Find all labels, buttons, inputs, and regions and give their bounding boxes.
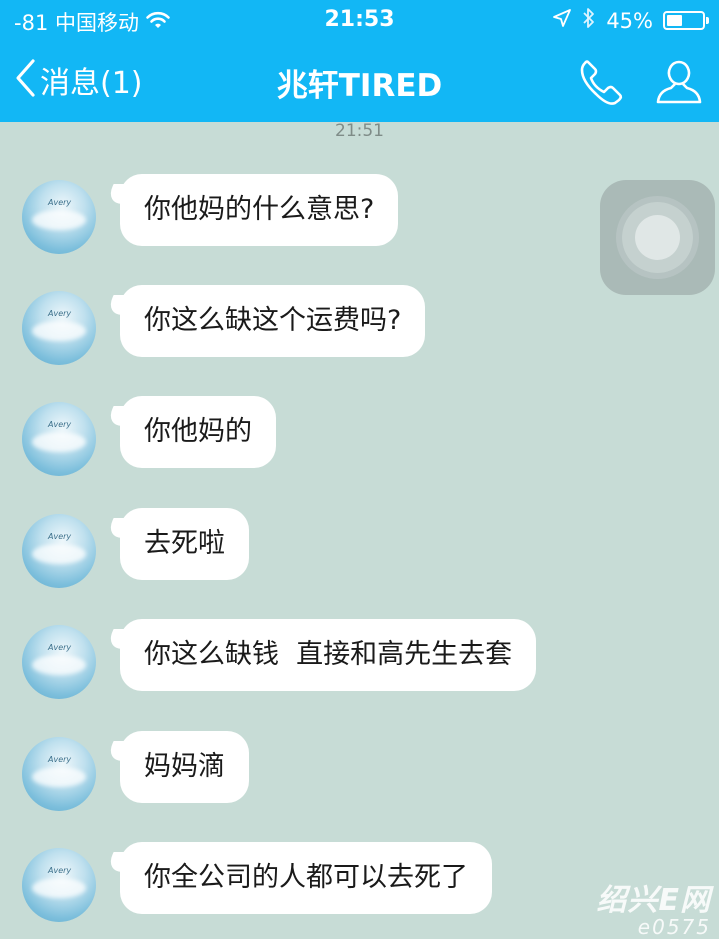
message-bubble[interactable]: 你他妈的 <box>120 396 276 468</box>
battery-fill <box>667 15 682 26</box>
watermark-main: 绍兴E网 <box>596 883 711 918</box>
profile-button[interactable] <box>653 56 705 108</box>
navigation-bar: 消息(1) 兆轩TIRED <box>0 40 719 122</box>
location-arrow-icon <box>552 8 572 33</box>
back-label: 消息(1) <box>40 66 143 101</box>
message-bubble[interactable]: 你全公司的人都可以去死了 <box>120 842 492 914</box>
chat-title[interactable]: 兆轩TIRED <box>277 68 442 104</box>
message-row: Avery 去死啦 <box>0 504 719 594</box>
assistive-touch-dot <box>635 215 680 260</box>
avatar-text: Avery <box>48 532 72 541</box>
message-timestamp: 21:51 <box>335 121 384 141</box>
avatar-text: Avery <box>48 420 72 429</box>
chevron-left-icon <box>14 58 36 102</box>
avatar-text: Avery <box>48 866 72 875</box>
message-row: Avery 妈妈滴 <box>0 727 719 817</box>
message-bubble[interactable]: 你这么缺钱 直接和高先生去套 <box>120 619 537 691</box>
avatar[interactable]: Avery <box>22 737 96 811</box>
avatar[interactable]: Avery <box>22 402 96 476</box>
profile-icon <box>653 60 705 112</box>
back-button[interactable]: 消息(1) <box>14 58 143 102</box>
avatar[interactable]: Avery <box>22 514 96 588</box>
battery-percent: 45% <box>606 8 653 33</box>
message-row: Avery 你这么缺钱 直接和高先生去套 <box>0 615 719 705</box>
avatar[interactable]: Avery <box>22 848 96 922</box>
status-right: 45% <box>552 7 709 34</box>
message-row: Avery 你他妈的 <box>0 392 719 482</box>
phone-button[interactable] <box>574 56 626 108</box>
avatar-text: Avery <box>48 309 72 318</box>
message-bubble[interactable]: 妈妈滴 <box>120 731 249 803</box>
avatar[interactable]: Avery <box>22 291 96 365</box>
battery-icon <box>663 11 709 30</box>
message-bubble[interactable]: 去死啦 <box>120 508 249 580</box>
avatar[interactable]: Avery <box>22 180 96 254</box>
watermark: 绍兴E网 e0575 <box>561 875 711 939</box>
status-bar: -81 中国移动 21:53 45% <box>0 0 719 40</box>
phone-icon <box>574 60 626 112</box>
message-row: Avery 你这么缺这个运费吗? <box>0 281 719 371</box>
avatar-text: Avery <box>48 643 72 652</box>
avatar[interactable]: Avery <box>22 625 96 699</box>
avatar-text: Avery <box>48 755 72 764</box>
bluetooth-icon <box>582 7 596 34</box>
assistive-touch-button[interactable] <box>600 180 715 295</box>
message-bubble[interactable]: 你他妈的什么意思? <box>120 174 399 246</box>
avatar-text: Avery <box>48 198 72 207</box>
top-bar: -81 中国移动 21:53 45% 消息(1) 兆轩TIRED <box>0 0 719 122</box>
message-bubble[interactable]: 你这么缺这个运费吗? <box>120 285 426 357</box>
